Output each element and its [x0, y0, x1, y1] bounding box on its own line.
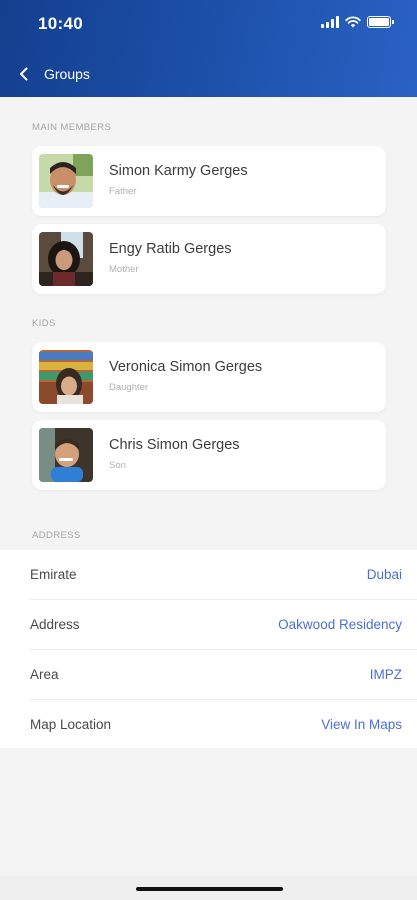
member-name: Engy Ratib Gerges — [109, 241, 232, 257]
header: 10:40 Groups — [0, 0, 417, 97]
status-icons — [321, 16, 394, 28]
address-row-address: Address Oakwood Residency — [30, 600, 402, 649]
battery-icon — [367, 16, 394, 28]
avatar — [39, 428, 93, 482]
kid-card-chris[interactable]: Chris Simon Gerges Son — [32, 420, 386, 490]
status-bar: 10:40 — [0, 0, 417, 48]
chevron-left-icon — [14, 64, 34, 84]
kid-role: Son — [109, 460, 126, 471]
address-row-emirate: Emirate Dubai — [30, 550, 402, 599]
kid-role: Daughter — [109, 382, 149, 393]
view-in-maps-link[interactable]: View In Maps — [321, 717, 402, 732]
address-label: Address — [30, 617, 80, 632]
member-role: Father — [109, 186, 137, 197]
member-card-engy[interactable]: Engy Ratib Gerges Mother — [32, 224, 386, 294]
kid-name: Veronica Simon Gerges — [109, 359, 263, 375]
avatar — [39, 154, 93, 208]
wifi-icon — [345, 16, 361, 28]
section-label-kids: KIDS — [32, 318, 56, 329]
status-time: 10:40 — [38, 14, 83, 33]
address-list: Emirate Dubai Address Oakwood Residency … — [0, 550, 417, 748]
kid-card-veronica[interactable]: Veronica Simon Gerges Daughter — [32, 342, 386, 412]
home-indicator[interactable] — [136, 887, 283, 891]
back-label: Groups — [44, 66, 90, 82]
member-card-simon[interactable]: Simon Karmy Gerges Father — [32, 146, 386, 216]
address-label: Map Location — [30, 717, 112, 732]
back-button[interactable]: Groups — [14, 62, 94, 86]
member-role: Mother — [109, 264, 139, 275]
section-label-address: ADDRESS — [32, 530, 81, 541]
address-row-area: Area IMPZ — [30, 650, 402, 699]
avatar — [39, 232, 93, 286]
section-label-main-members: MAIN MEMBERS — [32, 122, 112, 133]
emirate-value-link[interactable]: Dubai — [367, 567, 402, 582]
avatar — [39, 350, 93, 404]
address-row-map-location: Map Location View In Maps — [30, 700, 402, 749]
nav-bar: Groups — [0, 58, 417, 90]
area-value-link[interactable]: IMPZ — [370, 667, 402, 682]
address-label: Area — [30, 667, 59, 682]
kid-name: Chris Simon Gerges — [109, 437, 240, 453]
address-value-link[interactable]: Oakwood Residency — [278, 617, 402, 632]
member-name: Simon Karmy Gerges — [109, 163, 248, 179]
address-label: Emirate — [30, 567, 77, 582]
cellular-signal-icon — [321, 16, 339, 28]
